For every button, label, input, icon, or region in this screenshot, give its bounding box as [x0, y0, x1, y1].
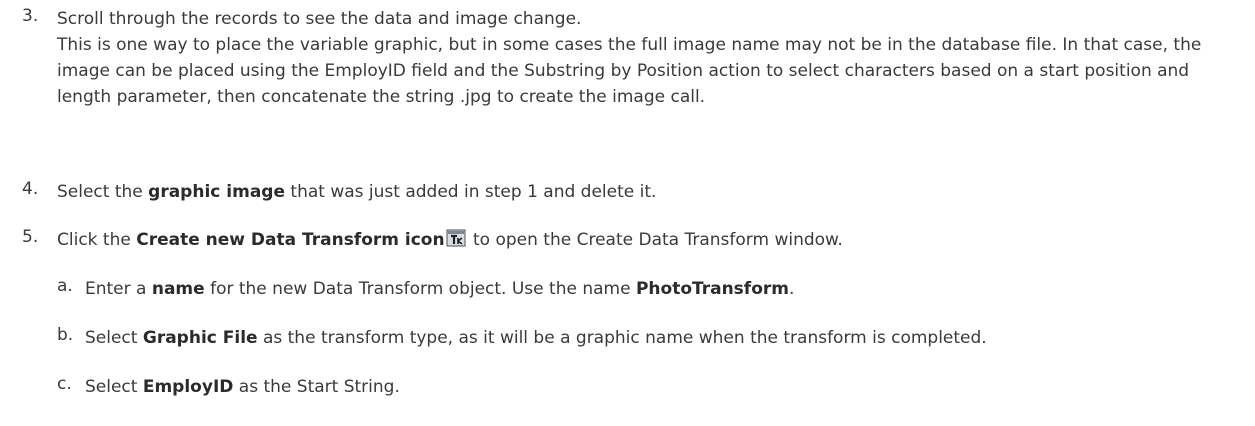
document: 3. Scroll through the records to see the…	[0, 0, 1255, 426]
text-segment: .	[788, 279, 795, 299]
bold-term: graphic image	[148, 182, 285, 202]
text-segment: for the new Data Transform object. Use t…	[204, 279, 636, 299]
text-segment: Enter a	[85, 279, 152, 299]
substep-text: Select EmployID as the Start String.	[85, 374, 1247, 400]
substep-letter: b.	[57, 325, 74, 345]
text-segment: as the transform type, as it will be a g…	[257, 328, 987, 348]
step-text: Scroll through the records to see the da…	[57, 6, 1247, 110]
substep-text: Enter a name for the new Data Transform …	[85, 276, 1247, 302]
step-number: 5.	[22, 227, 39, 247]
step-note: This is one way to place the variable gr…	[57, 35, 1202, 107]
bold-term: name	[151, 279, 205, 299]
text-segment: Select	[85, 377, 143, 397]
step-instruction: Scroll through the records to see the da…	[57, 9, 582, 29]
bold-term: Create new Data Transform icon	[136, 230, 445, 250]
text-segment: to open the Create Data Transform window…	[467, 230, 843, 250]
step-number: 3.	[22, 6, 39, 26]
substep-text: Select Graphic File as the transform typ…	[85, 325, 1247, 351]
bold-term: Graphic File	[142, 328, 258, 348]
step-number: 4.	[22, 179, 39, 199]
step-text: Click the Create new Data Transform icon…	[57, 227, 1247, 253]
data-transform-icon	[446, 229, 466, 247]
substep-letter: c.	[57, 374, 72, 394]
step-text: Select the graphic image that was just a…	[57, 179, 1247, 205]
text-segment: Click the	[57, 230, 137, 250]
bold-term: EmployID	[142, 377, 234, 397]
text-segment: Select the	[57, 182, 149, 202]
bold-term: PhotoTransform	[635, 279, 789, 299]
text-segment: that was just added in step 1 and delete…	[285, 182, 657, 202]
substep-letter: a.	[57, 276, 73, 296]
text-segment: Select	[85, 328, 143, 348]
text-segment: as the Start String.	[233, 377, 400, 397]
